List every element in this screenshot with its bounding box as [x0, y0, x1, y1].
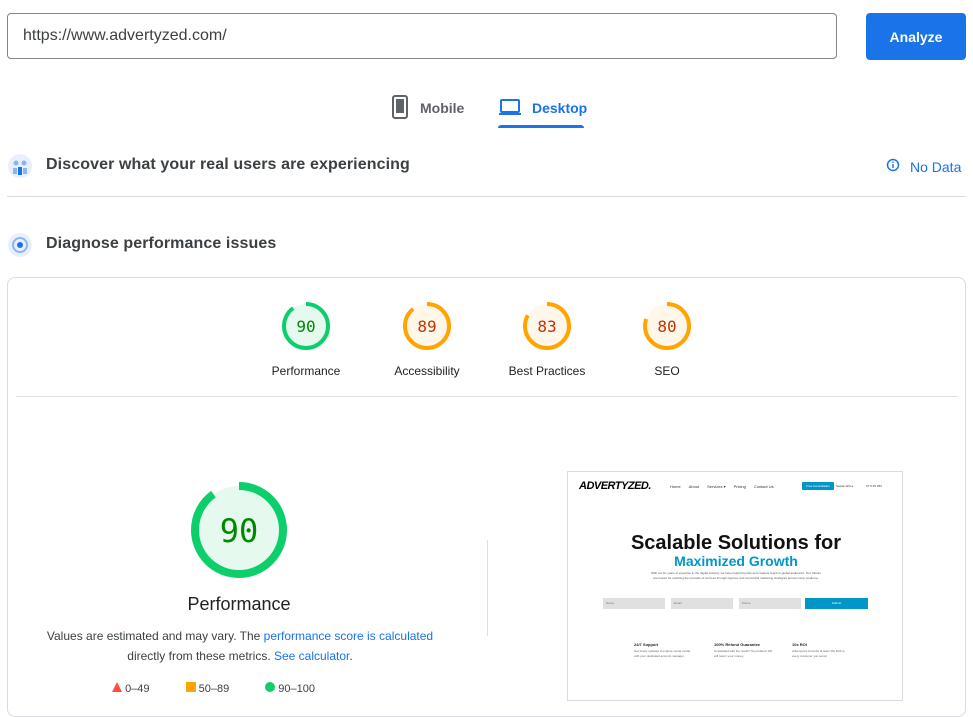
card-divider: [16, 396, 958, 397]
score-ring: 83: [523, 302, 571, 350]
site-submit-button: Submit: [805, 598, 868, 609]
phone-icon: [390, 94, 410, 122]
site-feature: 10x ROI Advertyzed commits at least 10x …: [792, 642, 852, 659]
note-suffix: .: [349, 649, 353, 663]
gauge-best-practices[interactable]: 83 Best Practices: [497, 300, 597, 378]
final-screenshot[interactable]: ADVERTYZED. Home About Services ▾ Pricin…: [567, 471, 903, 701]
site-feature-text: Unsatisfied with the result? No problem!…: [714, 649, 773, 658]
gauge-accessibility[interactable]: 89 Accessibility: [377, 300, 477, 378]
main-score-value: 90: [220, 512, 259, 550]
section-divider: [7, 196, 966, 197]
score-value: 90: [296, 317, 315, 336]
gauge-label: Best Practices: [508, 364, 586, 378]
url-input[interactable]: [7, 13, 837, 59]
score-value: 83: [537, 317, 556, 336]
active-tab-indicator: [498, 125, 584, 128]
site-headline: Scalable Solutions for: [630, 532, 842, 554]
analyze-button[interactable]: Analyze: [866, 13, 966, 60]
field-data-title: Discover what your real users are experi…: [46, 156, 410, 173]
gauge-performance[interactable]: 90 Performance: [256, 300, 356, 378]
tab-desktop[interactable]: Desktop: [498, 90, 587, 126]
site-feature: 24/7 Support Get timely updates & explor…: [634, 642, 694, 659]
calculator-link[interactable]: See calculator: [274, 649, 349, 663]
site-feature-title: 10x ROI: [792, 642, 807, 647]
lab-data-title: Diagnose performance issues: [46, 235, 277, 252]
site-logo: ADVERTYZED.: [579, 480, 651, 492]
tab-desktop-label: Desktop: [532, 100, 588, 116]
site-nav-item: Pricing: [733, 484, 746, 489]
site-nav-item: Contact Us: [753, 484, 774, 489]
site-intro: With our 8+ years of expertise in the di…: [651, 571, 821, 580]
gauge-label: SEO: [654, 364, 680, 378]
site-nav: Home About Services ▾ Pricing Contact Us: [670, 484, 774, 489]
tab-mobile[interactable]: Mobile: [390, 90, 464, 126]
site-feature-title: 100% Refund Guarantee: [714, 642, 761, 647]
site-feature: 100% Refund Guarantee Unsatisfied with t…: [714, 642, 774, 659]
site-cta-button: Free Consultation: [802, 482, 834, 490]
site-phone-field: Phone: [739, 598, 801, 609]
main-gauge-label: Performance: [187, 594, 291, 614]
site-name-field: Name: [603, 598, 665, 609]
site-feature-title: 24/7 Support: [634, 642, 659, 647]
site-feature-text: Advertyzed commits at least 10x ROI to e…: [792, 649, 845, 658]
main-gauge: 90: [190, 481, 288, 584]
score-ring: 89: [403, 302, 451, 350]
site-feature-text: Get timely updates & explore social medi…: [634, 649, 691, 658]
gauge-label: Performance: [271, 364, 341, 378]
site-email-field: Email: [671, 598, 733, 609]
gauge-seo[interactable]: 80 SEO: [617, 300, 717, 378]
users-icon: [7, 153, 33, 184]
site-phone: Speak with a: [836, 484, 854, 488]
laptop-icon: [498, 97, 522, 120]
note-prefix: Values are estimated and may vary. The: [46, 629, 264, 643]
diagnose-icon: [7, 232, 33, 263]
score-value: 80: [657, 317, 676, 336]
site-subheadline: Maximized Growth: [674, 553, 798, 569]
site-nav-item: About: [688, 484, 700, 489]
no-data-status[interactable]: No Data: [886, 158, 961, 175]
tab-mobile-label: Mobile: [420, 100, 465, 116]
estimate-note: Values are estimated and may vary. The p…: [30, 626, 450, 666]
score-ring: 90: [282, 302, 330, 350]
info-icon: [886, 158, 900, 175]
site-nav-item: Home: [670, 484, 681, 489]
gauge-label: Accessibility: [394, 364, 460, 378]
vertical-divider: [487, 540, 488, 636]
note-middle: directly from these metrics.: [127, 649, 274, 663]
site-phone-number: 07 5 45 253: [866, 484, 882, 488]
site-nav-item: Services ▾: [707, 484, 726, 489]
score-value: 89: [417, 317, 436, 336]
score-ring: 80: [643, 302, 691, 350]
score-calc-link[interactable]: performance score is calculated: [264, 629, 433, 643]
no-data-label: No Data: [910, 158, 962, 175]
